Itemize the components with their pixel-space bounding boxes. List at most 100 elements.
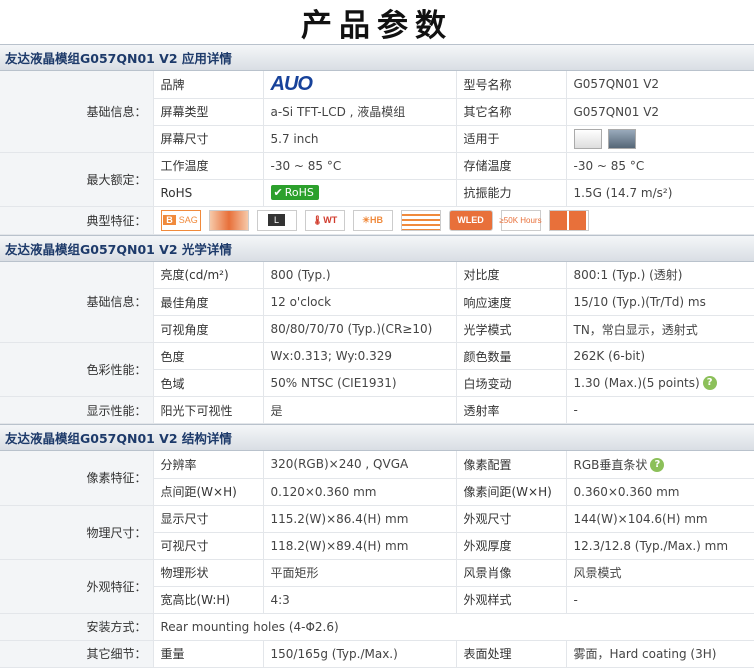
chroma-value: Wx:0.313; Wy:0.329	[263, 342, 457, 370]
brightness-value: 800 (Typ.)	[263, 261, 457, 289]
brightness-label: 亮度(cd/m²)	[153, 261, 264, 289]
structure-table: 像素特征： 分辨率 320(RGB)×240 , QVGA 像素配置 RGB垂直…	[0, 451, 754, 668]
sag-badge[interactable]: B SAG	[160, 209, 201, 231]
panel-badge[interactable]	[548, 209, 589, 231]
outline-value: 144(W)×104.6(H) mm	[566, 505, 754, 533]
table-row: 其它细节： 重量 150/165g (Typ./Max.) 表面处理 雾面，Ha…	[0, 640, 754, 668]
storage-temp-label: 存储温度	[456, 152, 567, 180]
chroma-label: 色度	[153, 342, 264, 370]
best-angle-value: 12 o'clock	[263, 288, 457, 316]
feature-badges: B SAG L 🌡 WT ☀ HB WLED ≥50K Hours	[153, 206, 754, 235]
section-title-optical: 友达液晶模组G057QN01 V2 光学详情	[0, 234, 754, 262]
rohs-badge: ✔ RoHS	[270, 185, 319, 200]
vibration-label: 抗振能力	[456, 179, 567, 207]
screen-type-label: 屏幕类型	[153, 98, 264, 126]
contrast-label: 对比度	[456, 261, 567, 289]
group-label-max-rating: 最大额定：	[0, 152, 154, 207]
optical-table: 基础信息： 亮度(cd/m²) 800 (Typ.) 对比度 800:1 (Ty…	[0, 261, 754, 424]
aspect-value: 4:3	[263, 586, 457, 614]
table-row: 物理尺寸： 显示尺寸 115.2(W)×86.4(H) mm 外观尺寸 144(…	[0, 505, 754, 560]
help-icon[interactable]: ?	[702, 376, 717, 391]
brand-value: AUO	[263, 71, 457, 99]
outline-label: 外观尺寸	[456, 505, 567, 533]
view-size-value: 118.2(W)×89.4(H) mm	[263, 532, 457, 560]
contrast-value: 800:1 (Typ.) (透射)	[566, 261, 754, 289]
op-temp-value: -30 ~ 85 °C	[263, 152, 457, 180]
op-temp-label: 工作温度	[153, 152, 264, 180]
monitor-icon[interactable]	[607, 128, 636, 149]
model-value: G057QN01 V2	[566, 71, 754, 99]
sunlight-label: 阳光下可视性	[153, 396, 264, 424]
dot-pitch-label: 点间距(W×H)	[153, 478, 264, 506]
pixel-config-label: 像素配置	[456, 451, 567, 479]
haze-label: 透射率	[456, 396, 567, 424]
pixel-config-cell: RGB垂直条状?	[566, 451, 754, 479]
display-size-value: 115.2(W)×86.4(H) mm	[263, 505, 457, 533]
group-label-mount: 安装方式：	[0, 613, 154, 641]
resolution-label: 分辨率	[153, 451, 264, 479]
group-label-physical: 物理尺寸：	[0, 505, 154, 560]
group-label-color: 色彩性能：	[0, 342, 154, 397]
table-row: 基础信息： 亮度(cd/m²) 800 (Typ.) 对比度 800:1 (Ty…	[0, 261, 754, 343]
other-name-value: G057QN01 V2	[566, 98, 754, 126]
response-value: 15/10 (Typ.)(Tr/Td) ms	[566, 288, 754, 316]
dot-pitch-value: 0.120×0.360 mm	[263, 478, 457, 506]
landscape-badge[interactable]: L	[256, 209, 297, 231]
industrial-device-icon[interactable]	[573, 128, 602, 149]
table-row: 安装方式： Rear mounting holes (4-Φ2.6)	[0, 613, 754, 641]
best-angle-label: 最佳角度	[153, 288, 264, 316]
white-var-label: 白场变动	[456, 369, 567, 397]
pixel-config-value: RGB垂直条状	[573, 457, 648, 472]
surface-label: 表面处理	[456, 640, 567, 668]
view-size-label: 可视尺寸	[153, 532, 264, 560]
brand-label: 品牌	[153, 71, 264, 99]
aspect-label: 宽高比(W:H)	[153, 586, 264, 614]
group-label-pixel: 像素特征：	[0, 451, 154, 506]
auo-logo[interactable]: AUO	[271, 73, 313, 95]
check-icon: ✔	[273, 186, 283, 199]
sunlight-value: 是	[263, 396, 457, 424]
view-angle-value: 80/80/70/70 (Typ.)(CR≥10)	[263, 315, 457, 343]
lifetime-badge[interactable]: ≥50K Hours	[499, 209, 542, 231]
suitable-label: 适用于	[456, 125, 567, 153]
thickness-label: 外观厚度	[456, 532, 567, 560]
shape-value: 平面矩形	[263, 559, 457, 587]
weight-value: 150/165g (Typ./Max.)	[263, 640, 457, 668]
table-row: 像素特征： 分辨率 320(RGB)×240 , QVGA 像素配置 RGB垂直…	[0, 451, 754, 506]
table-row: 基础信息： 品牌 AUO 型号名称 G057QN01 V2	[0, 71, 754, 153]
section-title-structure: 友达液晶模组G057QN01 V2 结构详情	[0, 424, 754, 451]
page-title: 产品参数	[301, 7, 453, 44]
mount-value: Rear mounting holes (4-Φ2.6)	[153, 613, 754, 641]
color-count-label: 颜色数量	[456, 342, 567, 370]
application-table: 基础信息： 品牌 AUO 型号名称 G057QN01 V2 屏幕类型 a-Si …	[0, 71, 754, 235]
table-row: 色彩性能： 色度 Wx:0.313; Wy:0.329 颜色数量 262K (6…	[0, 342, 754, 397]
section-title-application: 友达液晶模组G057QN01 V2 应用详情	[0, 44, 754, 71]
white-var-value: 1.30 (Max.)(5 points)	[573, 375, 700, 390]
model-label: 型号名称	[456, 71, 567, 99]
style-value: 风景模式	[566, 559, 754, 587]
wide-temp-icon[interactable]: 🌡 WT	[304, 209, 345, 231]
group-label-basic: 基础信息：	[0, 261, 154, 343]
group-label-basic: 基础信息：	[0, 71, 154, 153]
table-row: 外观特征： 物理形状 平面矩形 风景肖像 风景模式	[0, 559, 754, 614]
look-value: -	[566, 586, 754, 614]
interface-badge[interactable]	[400, 209, 441, 231]
haze-value: -	[566, 396, 754, 424]
table-row: 显示性能： 阳光下可视性 是 透射率 -	[0, 396, 754, 424]
style-label: 风景肖像	[456, 559, 567, 587]
storage-temp-value: -30 ~ 85 °C	[566, 152, 754, 180]
help-icon[interactable]: ?	[650, 458, 665, 473]
display-size-label: 显示尺寸	[153, 505, 264, 533]
wled-badge[interactable]: WLED	[448, 209, 493, 231]
gamut-value: 50% NTSC (CIE1931)	[263, 369, 457, 397]
resolution-value: 320(RGB)×240 , QVGA	[263, 451, 457, 479]
pixel-pitch-value: 0.360×0.360 mm	[566, 478, 754, 506]
group-label-appearance: 外观特征：	[0, 559, 154, 614]
group-label-display: 显示性能：	[0, 396, 154, 424]
high-brightness-icon[interactable]: ☀ HB	[352, 209, 393, 231]
screen-type-value: a-Si TFT-LCD , 液晶模组	[263, 98, 457, 126]
wide-temp-badge[interactable]	[208, 209, 249, 231]
look-label: 外观样式	[456, 586, 567, 614]
surface-value: 雾面，Hard coating (3H)	[566, 640, 754, 668]
gamut-label: 色域	[153, 369, 264, 397]
